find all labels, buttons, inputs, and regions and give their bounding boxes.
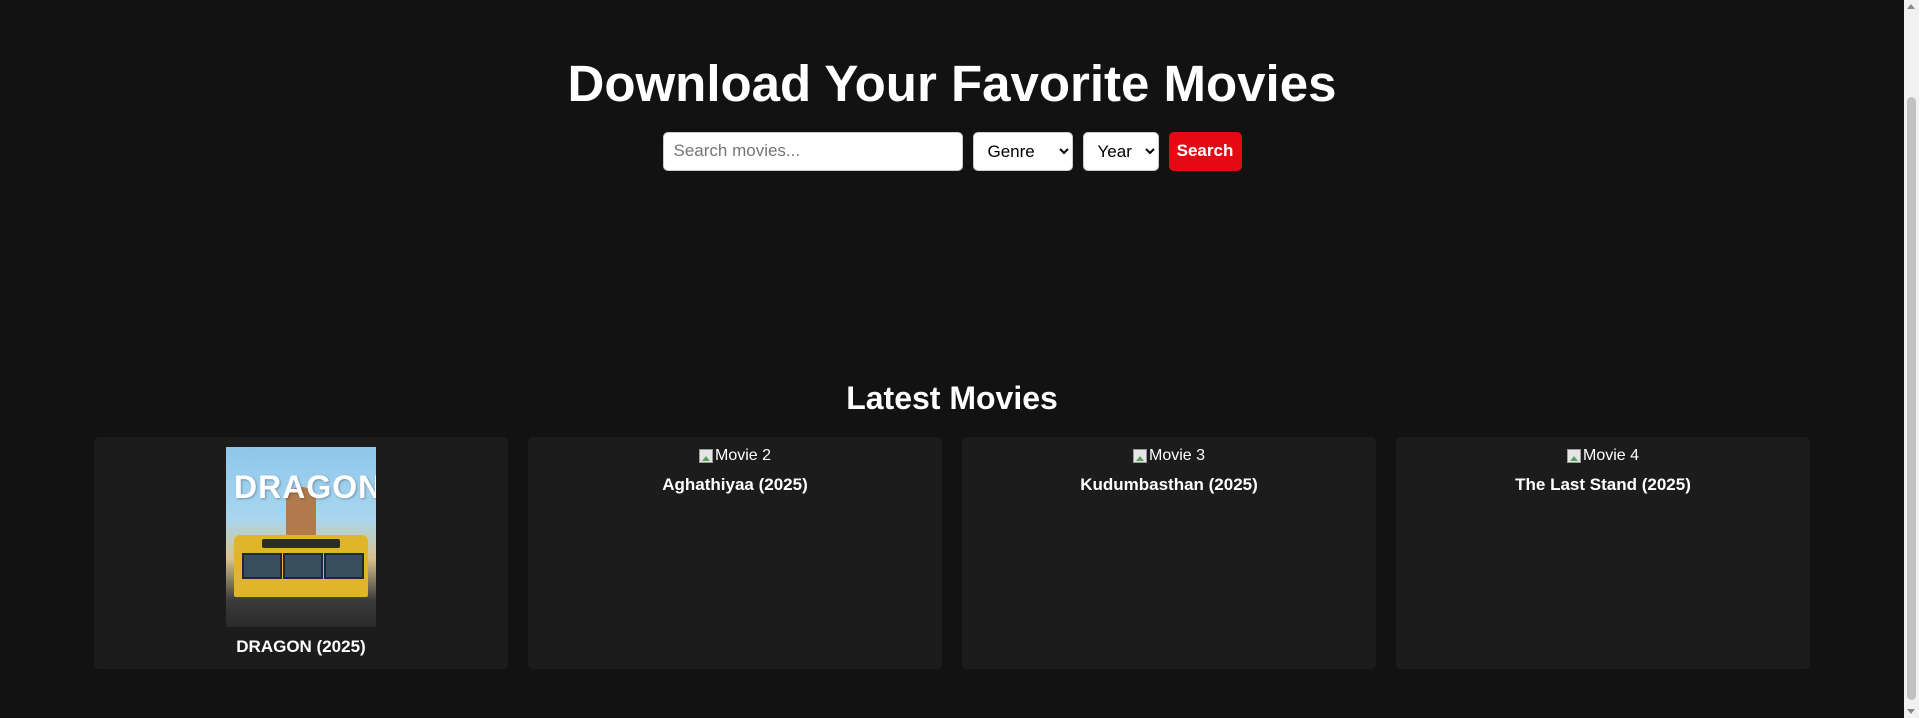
movie-card[interactable]: Movie 3 Kudumbasthan (2025) xyxy=(962,437,1376,669)
broken-image-icon xyxy=(1566,449,1581,463)
movie-poster-alt: Movie 3 xyxy=(1148,447,1206,464)
page-title: Download Your Favorite Movies xyxy=(567,55,1337,112)
broken-image-icon xyxy=(1132,449,1147,463)
movie-grid: DRAGON DRAGON (2025) Movie 2 Aghathiyaa … xyxy=(94,437,1810,669)
movie-title[interactable]: The Last Stand (2025) xyxy=(1515,475,1691,495)
movie-poster-broken[interactable]: Movie 4 xyxy=(1566,447,1640,465)
poster-title: DRAGON xyxy=(234,469,376,505)
scroll-down-arrow-icon[interactable] xyxy=(1907,709,1915,714)
movie-card[interactable]: Movie 2 Aghathiyaa (2025) xyxy=(528,437,942,669)
movie-title[interactable]: DRAGON (2025) xyxy=(236,637,365,657)
scrollbar-thumb[interactable] xyxy=(1907,97,1916,700)
movie-poster-broken[interactable]: Movie 3 xyxy=(1132,447,1206,465)
search-input[interactable] xyxy=(662,131,963,171)
year-select[interactable]: Year xyxy=(1082,131,1159,171)
movie-poster-alt: Movie 2 xyxy=(714,447,772,464)
poster-bus-window xyxy=(242,553,282,579)
latest-movies-heading: Latest Movies xyxy=(846,380,1058,416)
search-bar: Genre Year Search xyxy=(0,131,1904,171)
movie-title[interactable]: Kudumbasthan (2025) xyxy=(1080,475,1258,495)
poster-bus-sign xyxy=(262,539,340,548)
movie-poster[interactable]: DRAGON xyxy=(226,447,376,627)
movie-poster-alt: Movie 4 xyxy=(1582,447,1640,464)
movie-title[interactable]: Aghathiyaa (2025) xyxy=(662,475,808,495)
poster-bus xyxy=(234,535,368,597)
search-button[interactable]: Search xyxy=(1168,131,1242,171)
poster-bus-window xyxy=(283,553,323,579)
movie-card[interactable]: DRAGON DRAGON (2025) xyxy=(94,437,508,669)
genre-select[interactable]: Genre xyxy=(972,131,1073,171)
page: Download Your Favorite Movies Genre Year… xyxy=(0,0,1904,718)
vertical-scrollbar[interactable] xyxy=(1904,0,1919,718)
poster-bus-window xyxy=(324,553,364,579)
scroll-up-arrow-icon[interactable] xyxy=(1907,4,1915,9)
movie-card[interactable]: Movie 4 The Last Stand (2025) xyxy=(1396,437,1810,669)
broken-image-icon xyxy=(698,449,713,463)
movie-poster-broken[interactable]: Movie 2 xyxy=(698,447,772,465)
